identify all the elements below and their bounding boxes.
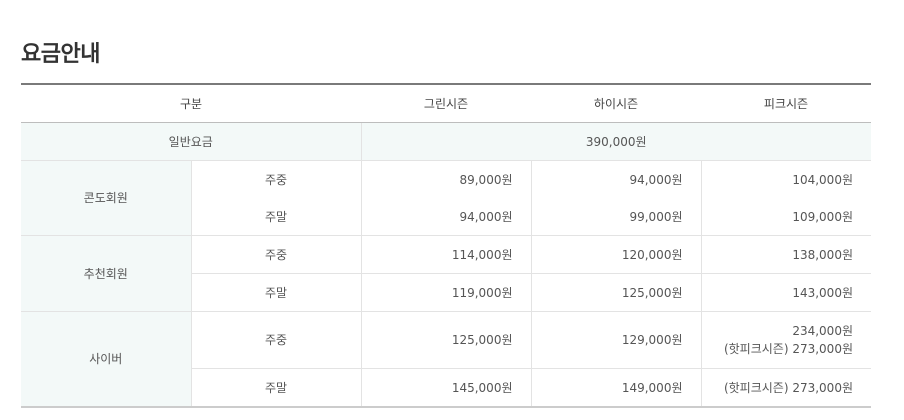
- header-category: 구분: [21, 84, 361, 123]
- peak-price-line: 234,000원: [792, 324, 853, 338]
- price-cell: 94,000원: [531, 160, 702, 198]
- price-cell: 149,000원: [531, 368, 702, 408]
- group-label-cyber: 사이버: [21, 311, 192, 408]
- day-label: 주중: [191, 311, 362, 369]
- day-label: 주말: [191, 198, 362, 236]
- day-label: 주말: [191, 368, 362, 408]
- price-cell: 104,000원: [792, 173, 853, 187]
- group-label-referral: 추천회원: [21, 235, 192, 312]
- price-cell: 129,000원: [531, 311, 702, 369]
- fee-table: 구분 그린시즌 하이시즌 피크시즌 일반요금 390,000원 콘도회원 주중 …: [21, 83, 871, 408]
- day-label: 주중: [191, 235, 362, 274]
- price-cell: 89,000원: [361, 160, 532, 198]
- header-green-season: 그린시즌: [361, 84, 531, 123]
- price-cell: 143,000원: [701, 273, 871, 312]
- group-label-condo: 콘도회원: [21, 160, 192, 236]
- table-row-condo-weekday: 콘도회원 주중 89,000원 94,000원 104,000원: [21, 160, 871, 236]
- general-rate-price: 390,000원: [361, 122, 871, 161]
- price-cell: 114,000원: [361, 235, 532, 274]
- header-high-season: 하이시즌: [531, 84, 701, 123]
- hot-peak-price-line: (핫피크시즌) 273,000원: [723, 342, 853, 356]
- price-cell: 145,000원: [361, 368, 532, 408]
- general-rate-label: 일반요금: [21, 122, 362, 161]
- day-label: 주중: [191, 160, 362, 198]
- price-cell: 138,000원: [701, 235, 871, 274]
- header-peak-season: 피크시즌: [701, 84, 871, 123]
- page-title: 요금안내: [21, 42, 100, 67]
- price-cell-multiline: 234,000원 (핫피크시즌) 273,000원: [701, 311, 871, 369]
- table-header-row: 구분 그린시즌 하이시즌 피크시즌: [21, 84, 871, 123]
- day-label: 주말: [191, 273, 362, 312]
- table-row-general: 일반요금 390,000원: [21, 122, 871, 161]
- price-cell: 119,000원: [361, 273, 532, 312]
- price-cell: (핫피크시즌) 273,000원: [701, 368, 871, 408]
- fee-info-page: 요금안내 구분 그린시즌 하이시즌 피크시즌 일반요금 390,000원 콘도회…: [0, 0, 904, 420]
- price-cell: 125,000원: [531, 273, 702, 312]
- table-row-cyber-weekday: 사이버 주중 125,000원 129,000원 234,000원 (핫피크시즌…: [21, 311, 871, 408]
- price-cell: 99,000원: [531, 198, 702, 236]
- price-cell: 94,000원: [361, 198, 532, 236]
- price-cell: 109,000원: [701, 198, 871, 236]
- price-cell: 125,000원: [361, 311, 532, 369]
- price-cell: 120,000원: [531, 235, 702, 274]
- table-row-referral-weekday: 추천회원 주중 114,000원 120,000원 138,000원: [21, 235, 871, 312]
